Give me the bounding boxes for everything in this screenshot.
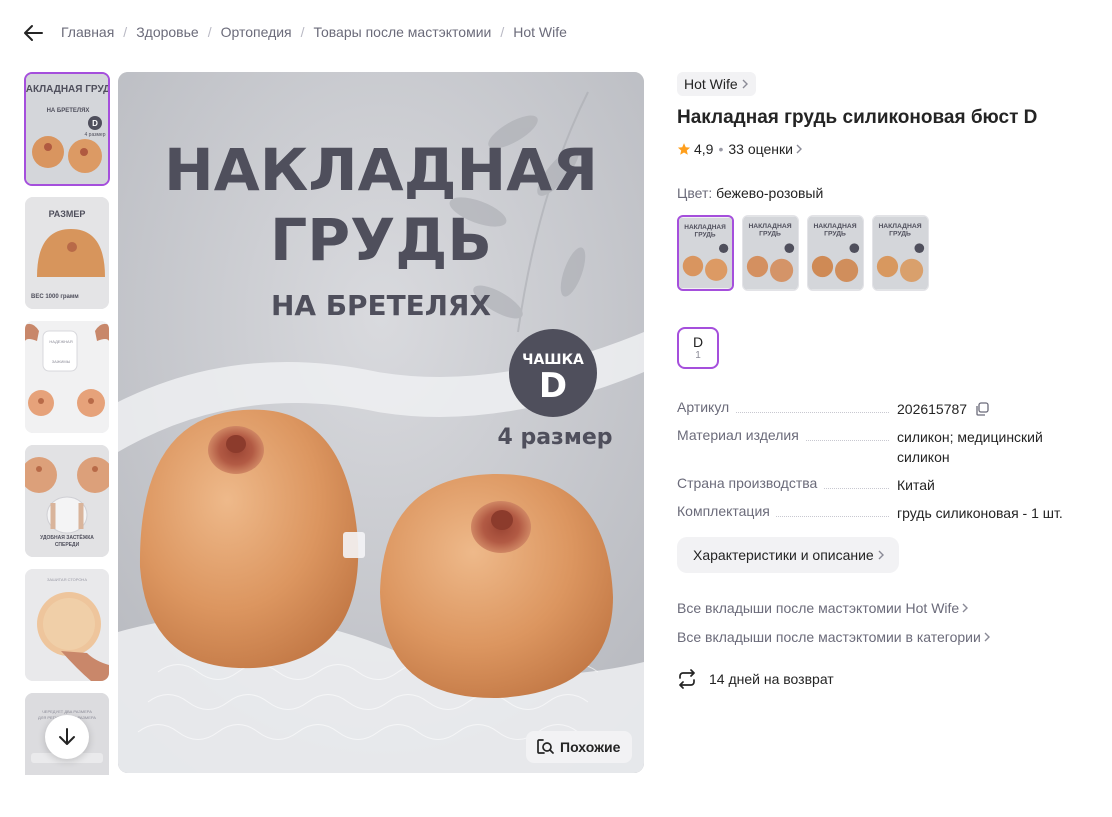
- spec-row-country: Страна производства Китай: [677, 475, 1087, 495]
- product-title: Накладная грудь силиконовая бюст D: [677, 107, 1038, 128]
- spec-row-article: Артикул 202615787: [677, 399, 1087, 419]
- svg-text:НАКЛАДНАЯ: НАКЛАДНАЯ: [748, 223, 791, 230]
- spec-row-material: Материал изделия силикон; медицинский си…: [677, 427, 1087, 467]
- thumb-title: ЗАШИТАЯ СТОРОНА: [47, 577, 87, 582]
- thumbnail-3[interactable]: НАДЕЖНАЯ ЗАЖИМЫ: [25, 321, 109, 433]
- thumb-note: ВЕС 1000 грамм: [31, 294, 79, 300]
- product-photo: НАКЛАДНАЯ ГРУДЬ НА БРЕТЕЛЯХ ЧАШКА D 4 ра…: [118, 72, 644, 773]
- spec-row-set: Комплектация грудь силиконовая - 1 шт.: [677, 503, 1087, 523]
- color-value: бежево-розовый: [716, 185, 824, 201]
- spec-key: Артикул: [677, 399, 736, 415]
- svg-text:НАКЛАДНАЯ: НАКЛАДНАЯ: [684, 224, 726, 231]
- returns-text: 14 дней на возврат: [709, 671, 834, 687]
- thumbnail-5[interactable]: ЗАШИТАЯ СТОРОНА: [25, 569, 109, 681]
- spec-value: 202615787: [897, 401, 968, 417]
- size-option-d[interactable]: D 1: [677, 327, 719, 369]
- brand-category-label: Все вкладыши после мастэктомии Hot Wife: [677, 600, 960, 616]
- spec-key: Комплектация: [677, 503, 776, 519]
- breadcrumb-home[interactable]: Главная: [61, 24, 114, 40]
- svg-text:ЧЕРЕДУЕТ ДВА РАЗМЕРА: ЧЕРЕДУЕТ ДВА РАЗМЕРА: [42, 709, 92, 714]
- reviews-link[interactable]: 33 оценки: [728, 141, 803, 157]
- spec-value: грудь силиконовая - 1 шт.: [897, 505, 1063, 521]
- headline-3: НА БРЕТЕЛЯХ: [271, 289, 491, 322]
- breadcrumb-brand[interactable]: Hot Wife: [513, 24, 567, 40]
- svg-text:ГРУДЬ: ГРУДЬ: [695, 231, 716, 238]
- returns-info: 14 дней на возврат: [677, 669, 834, 689]
- breadcrumb: Главная / Здоровье / Ортопедия / Товары пос…: [61, 24, 567, 40]
- thumb-badge: D: [92, 119, 98, 128]
- svg-text:НАКЛАДНАЯ: НАКЛАДНАЯ: [878, 223, 921, 230]
- thumbnail-1[interactable]: НАКЛАДНАЯ ГРУДЬ НА БРЕТЕЛЯХ D 4 размер: [24, 72, 110, 186]
- color-swatch[interactable]: НАКЛАДНАЯ ГРУДЬ: [807, 215, 864, 291]
- svg-text:НАДЕЖНАЯ: НАДЕЖНАЯ: [49, 339, 72, 344]
- star-icon: [677, 143, 691, 155]
- cup-size: D: [539, 366, 567, 406]
- category-label: Все вкладыши после мастэктомии в категор…: [677, 629, 981, 645]
- thumbnail-strip: НАКЛАДНАЯ ГРУДЬ НА БРЕТЕЛЯХ D 4 размер Р…: [24, 72, 110, 775]
- breadcrumb-mastectomy[interactable]: Товары после мастэктомии: [314, 24, 492, 40]
- scroll-down-button[interactable]: [45, 715, 89, 759]
- headline-1: НАКЛАДНАЯ: [164, 136, 598, 204]
- back-arrow-icon[interactable]: [22, 22, 44, 44]
- color-label: Цвет:: [677, 185, 713, 201]
- size-count: 1: [695, 350, 701, 361]
- return-arrows-icon: [679, 669, 695, 689]
- breadcrumb-health[interactable]: Здоровье: [136, 24, 199, 40]
- size-text: 4 размер: [498, 425, 613, 450]
- thumb-title: РАЗМЕР: [49, 209, 86, 219]
- chevron-right-icon: [962, 603, 969, 613]
- rating-value: 4,9: [694, 141, 714, 157]
- copy-icon[interactable]: [975, 402, 989, 416]
- chevron-right-icon: [742, 79, 748, 89]
- breadcrumb-separator: /: [207, 24, 212, 40]
- characteristics-label: Характеристики и описание: [693, 547, 874, 563]
- svg-text:ГРУДЬ: ГРУДЬ: [889, 231, 911, 238]
- headline-2: ГРУДЬ: [270, 206, 492, 274]
- main-product-image[interactable]: НАКЛАДНАЯ ГРУДЬ НА БРЕТЕЛЯХ ЧАШКА D 4 ра…: [118, 72, 644, 773]
- svg-text:УДОБНАЯ ЗАСТЁЖКА: УДОБНАЯ ЗАСТЁЖКА: [40, 534, 94, 541]
- spec-key: Материал изделия: [677, 427, 805, 443]
- chevron-right-icon: [878, 550, 884, 560]
- category-link[interactable]: Все вкладыши после мастэктомии в категор…: [677, 629, 991, 645]
- brand-link[interactable]: Hot Wife: [677, 72, 756, 96]
- size-label: D: [692, 334, 704, 350]
- color-swatch[interactable]: НАКЛАДНАЯ ГРУДЬ: [677, 215, 734, 291]
- thumb-title: НАКЛАДНАЯ ГРУДЬ: [26, 84, 110, 95]
- thumb-note: 4 размер: [85, 132, 106, 138]
- reviews-count: 33 оценки: [728, 141, 793, 157]
- breadcrumb-separator: /: [300, 24, 305, 40]
- brand-name: Hot Wife: [684, 76, 738, 92]
- svg-text:СПЕРЕДИ: СПЕРЕДИ: [55, 542, 80, 548]
- thumbnail-4[interactable]: УДОБНАЯ ЗАСТЁЖКА СПЕРЕДИ: [25, 445, 109, 557]
- characteristics-button[interactable]: Характеристики и описание: [677, 537, 899, 573]
- breadcrumb-separator: /: [500, 24, 505, 40]
- breadcrumb-separator: /: [123, 24, 128, 40]
- svg-text:НАКЛАДНАЯ: НАКЛАДНАЯ: [813, 223, 856, 230]
- spec-key: Страна производства: [677, 475, 824, 491]
- chevron-right-icon: [984, 632, 990, 642]
- color-swatches: НАКЛАДНАЯ ГРУДЬ НАКЛАДНАЯ ГРУДЬ НАКЛАДНАЯ Г…: [677, 215, 929, 291]
- svg-text:ГРУДЬ: ГРУДЬ: [824, 231, 846, 238]
- thumbnail-2[interactable]: РАЗМЕР ВЕС 1000 грамм: [25, 197, 109, 309]
- thumb-subtitle: НА БРЕТЕЛЯХ: [47, 108, 90, 114]
- brand-category-link[interactable]: Все вкладыши после мастэктомии Hot Wife: [677, 600, 969, 616]
- chevron-right-icon: [796, 144, 802, 154]
- color-swatch[interactable]: НАКЛАДНАЯ ГРУДЬ: [742, 215, 799, 291]
- color-swatch[interactable]: НАКЛАДНАЯ ГРУДЬ: [872, 215, 929, 291]
- svg-text:ЗАЖИМЫ: ЗАЖИМЫ: [52, 359, 71, 364]
- rating-row: 4,9 • 33 оценки: [677, 141, 803, 157]
- image-search-icon: [537, 739, 554, 754]
- breadcrumb-orthopedics[interactable]: Ортопедия: [221, 24, 292, 40]
- color-row: Цвет: бежево-розовый: [677, 185, 823, 201]
- similar-button[interactable]: Похожие: [526, 731, 633, 763]
- spec-value: Китай: [897, 477, 935, 493]
- similar-label: Похожие: [560, 739, 621, 755]
- spec-value: силикон; медицинский силикон: [897, 429, 1043, 465]
- arrow-down-icon: [59, 728, 75, 745]
- svg-text:ГРУДЬ: ГРУДЬ: [759, 231, 781, 238]
